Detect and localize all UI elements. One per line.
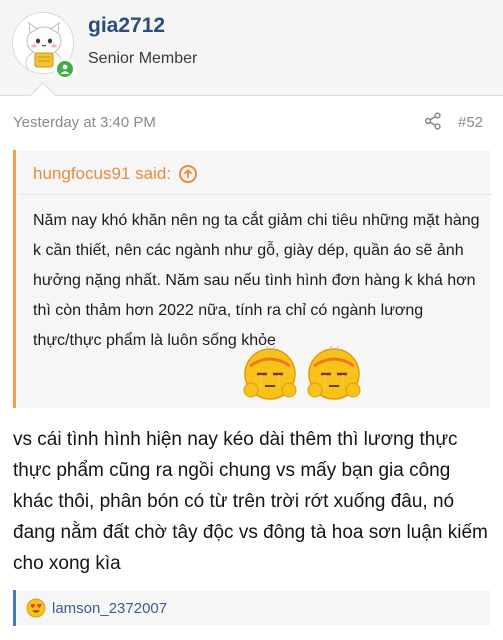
online-status-icon <box>54 58 76 80</box>
quote-author-link[interactable]: hungfocus91 said: <box>33 164 171 184</box>
heart-eyes-emoji-icon <box>26 598 46 618</box>
user-header: gia2712 Senior Member <box>0 0 503 96</box>
hot-face-emoji-icon <box>307 345 361 400</box>
arrow-up-icon[interactable] <box>179 165 197 183</box>
post-number-link[interactable]: #52 <box>458 114 483 131</box>
reactions-bar[interactable]: lamson_2372007 <box>13 590 490 626</box>
quote-attribution: hungfocus91 said: <box>33 164 197 184</box>
quote-block: hungfocus91 said: Năm nay khó khăn nên n… <box>13 150 493 408</box>
quote-emojis <box>241 344 363 402</box>
post-body-text: vs cái tình hình hiện nay kéo dài thêm t… <box>13 429 488 574</box>
username-link[interactable]: gia2712 <box>88 14 165 38</box>
share-icon[interactable] <box>424 112 442 130</box>
post-meta: Yesterday at 3:40 PM #52 <box>0 108 503 136</box>
post-timestamp[interactable]: Yesterday at 3:40 PM <box>13 114 156 131</box>
user-title: Senior Member <box>88 50 198 67</box>
quote-divider <box>19 194 493 195</box>
quote-text: Năm nay khó khăn nên ng ta cắt giảm chi … <box>33 212 480 349</box>
reaction-user-link[interactable]: lamson_2372007 <box>52 600 167 617</box>
avatar-wrap[interactable] <box>12 12 76 80</box>
hot-face-emoji-icon <box>243 345 297 400</box>
